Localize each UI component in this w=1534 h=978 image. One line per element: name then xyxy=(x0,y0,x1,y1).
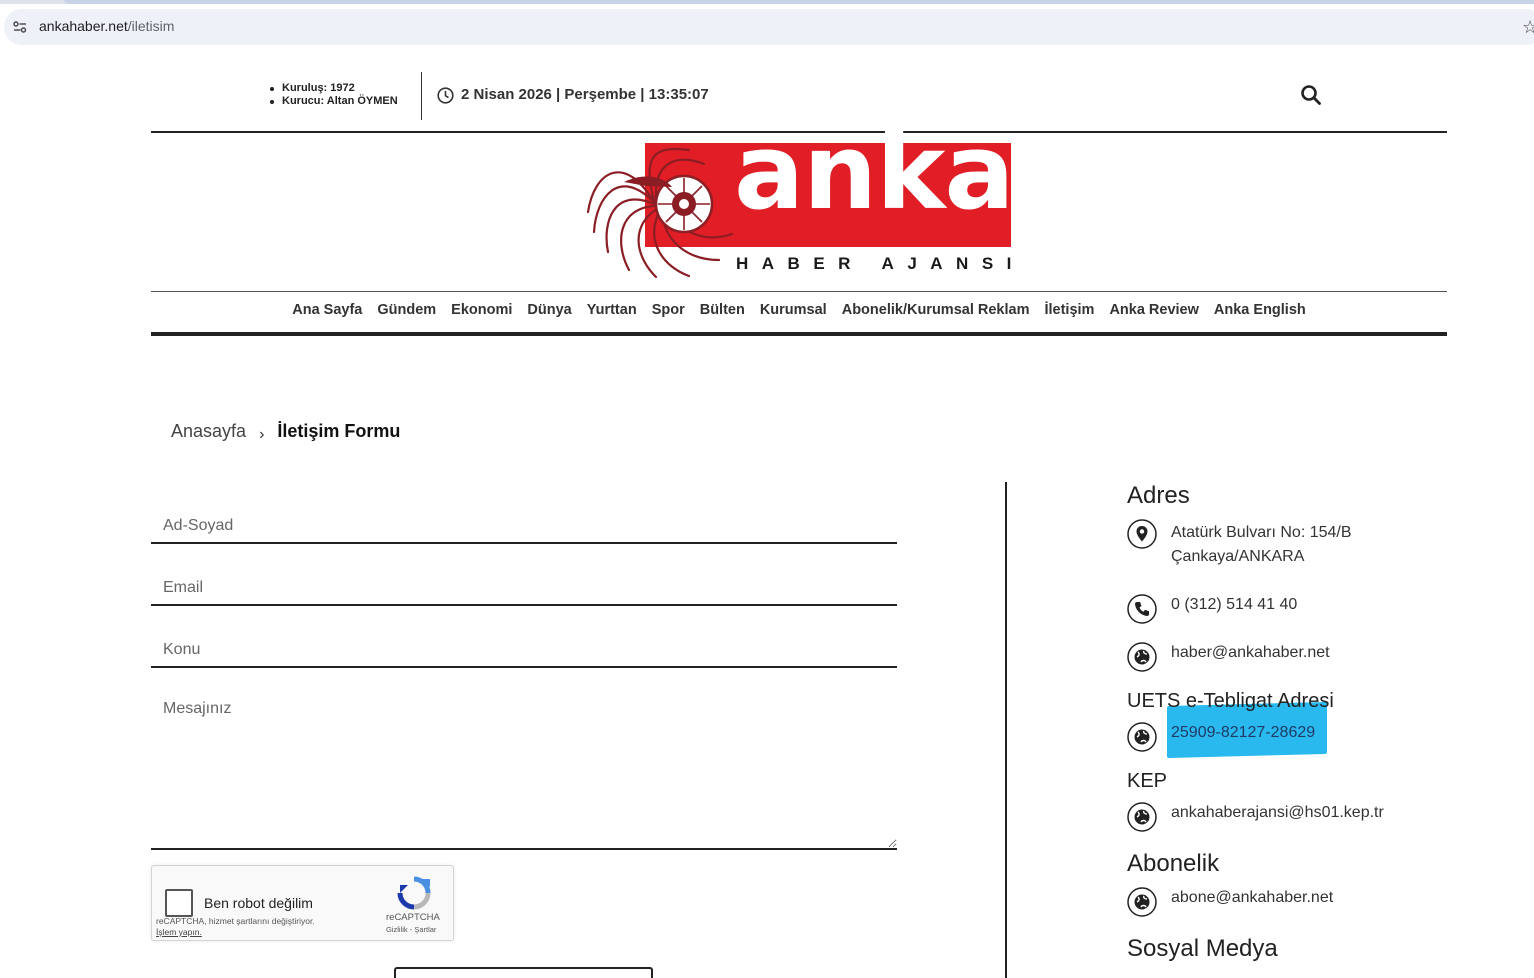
kep-heading: KEP xyxy=(1127,770,1168,792)
nav-top-divider xyxy=(151,291,1447,292)
url-text[interactable]: ankahaber.net/iletisim xyxy=(39,18,174,34)
clock-icon xyxy=(437,87,454,104)
nav-item-ekonomi[interactable]: Ekonomi xyxy=(451,302,512,318)
browser-tab-edge xyxy=(64,0,1534,4)
message-textarea[interactable] xyxy=(151,688,897,850)
logo-wordmark: anka xyxy=(734,111,1015,233)
name-input[interactable] xyxy=(151,500,897,544)
nav-item-bulten[interactable]: Bülten xyxy=(700,302,745,318)
subscription-email[interactable]: abone@ankahaber.net xyxy=(1171,886,1333,910)
address-line-1: Atatürk Bulvarı No: 154/B xyxy=(1171,524,1352,541)
uets-address: 25909-82127-28629 xyxy=(1171,724,1316,741)
subscription-heading: Abonelik xyxy=(1127,850,1220,877)
url-path: /iletisim xyxy=(127,18,175,34)
recaptcha-brand: reCAPTCHA xyxy=(386,912,440,923)
address-bar[interactable]: ankahaber.net/iletisim ☆ xyxy=(4,9,1534,45)
nav-item-abonelik[interactable]: Abonelik/Kurumsal Reklam xyxy=(842,302,1030,318)
breadcrumb: Anasayfa › İletişim Formu xyxy=(171,421,401,443)
bookmark-star-icon[interactable]: ☆ xyxy=(1522,17,1534,38)
nav-bottom-divider xyxy=(151,332,1447,336)
uets-heading: UETS e-Tebligat Adresi xyxy=(1127,690,1334,712)
phoenix-emblem-icon xyxy=(586,147,734,279)
recaptcha-privacy-terms[interactable]: Gizlilik - Şartlar xyxy=(386,925,436,934)
recaptcha-checkbox[interactable] xyxy=(165,889,193,917)
url-host: ankahaber.net xyxy=(39,18,128,34)
foundation-info: Kuruluş: 1972 Kurucu: Altan ÖYMEN xyxy=(268,82,398,108)
main-nav: Ana Sayfa Gündem Ekonomi Dünya Yurttan S… xyxy=(151,302,1447,318)
recaptcha-notice: reCAPTCHA, hizmet şartlarını değiştiriyo… xyxy=(156,916,315,938)
nav-item-spor[interactable]: Spor xyxy=(652,302,685,318)
founder-name: Kurucu: Altan ÖYMEN xyxy=(268,95,398,108)
nav-item-yurttan[interactable]: Yurttan xyxy=(587,302,637,318)
browser-tab-strip xyxy=(0,0,1534,4)
map-pin-icon xyxy=(1127,519,1157,549)
nav-item-gundem[interactable]: Gündem xyxy=(377,302,436,318)
globe-icon xyxy=(1127,887,1157,917)
nav-item-iletisim[interactable]: İletişim xyxy=(1044,302,1094,318)
column-divider xyxy=(1005,482,1007,978)
chevron-right-icon: › xyxy=(259,425,265,443)
globe-icon xyxy=(1127,802,1157,832)
nav-item-anka-review[interactable]: Anka Review xyxy=(1109,302,1198,318)
kep-address[interactable]: ankahaberajansi@hs01.kep.tr xyxy=(1171,801,1384,825)
breadcrumb-current: İletişim Formu xyxy=(277,421,401,441)
address-line-2: Çankaya/ANKARA xyxy=(1171,548,1305,565)
globe-icon xyxy=(1127,722,1157,752)
globe-icon xyxy=(1127,642,1157,672)
email-address[interactable]: haber@ankahaber.net xyxy=(1171,641,1330,665)
nav-item-kurumsal[interactable]: Kurumsal xyxy=(760,302,827,318)
recaptcha-label: Ben robot değilim xyxy=(204,895,313,911)
search-icon[interactable] xyxy=(1300,84,1322,106)
phone-icon xyxy=(1127,594,1157,624)
nav-item-dunya[interactable]: Dünya xyxy=(527,302,571,318)
recaptcha-widget: Ben robot değilim reCAPTCHA, hizmet şart… xyxy=(151,865,454,941)
current-datetime: 2 Nisan 2026 | Perşembe | 13:35:07 xyxy=(461,86,709,103)
recaptcha-action-link[interactable]: İşlem yapın. xyxy=(156,927,315,938)
topbar-divider xyxy=(421,72,422,120)
nav-item-ana-sayfa[interactable]: Ana Sayfa xyxy=(292,302,362,318)
phone-number[interactable]: 0 (312) 514 41 40 xyxy=(1171,593,1297,617)
recaptcha-logo-icon xyxy=(397,876,431,910)
social-media-heading: Sosyal Medya xyxy=(1127,935,1278,962)
address-heading: Adres xyxy=(1127,482,1190,509)
site-settings-icon[interactable] xyxy=(12,19,28,35)
email-input[interactable] xyxy=(151,562,897,606)
nav-item-anka-english[interactable]: Anka English xyxy=(1214,302,1306,318)
subject-input[interactable] xyxy=(151,624,897,668)
site-logo[interactable]: anka HABER AJANSI xyxy=(584,120,1015,282)
breadcrumb-home[interactable]: Anasayfa xyxy=(171,421,246,442)
recaptcha-notice-text: reCAPTCHA, hizmet şartlarını değiştiriyo… xyxy=(156,916,315,926)
logo-tagline: HABER AJANSI xyxy=(736,254,1025,273)
address-text: Atatürk Bulvarı No: 154/B Çankaya/ANKARA xyxy=(1171,521,1352,569)
founded-year: Kuruluş: 1972 xyxy=(268,82,398,95)
submit-button[interactable] xyxy=(394,967,653,978)
